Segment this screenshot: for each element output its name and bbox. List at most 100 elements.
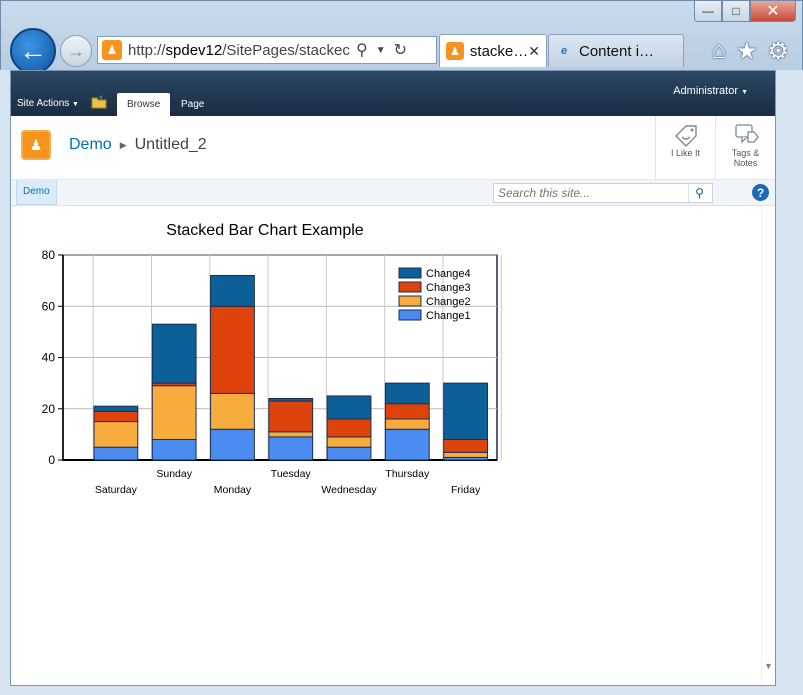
window-controls: — □ ✕	[694, 1, 796, 23]
navigate-up-folder-icon[interactable]	[91, 95, 107, 109]
breadcrumb: Demo ▶ Untitled_2	[69, 136, 207, 154]
url-text[interactable]: http://spdev12/SitePages/stackec	[128, 42, 350, 59]
favorites-star-icon[interactable]: ★	[736, 37, 758, 66]
tab-label: Content i…	[579, 42, 655, 60]
browser-statusbar	[0, 686, 803, 695]
maximize-button[interactable]: □	[722, 1, 750, 22]
bar-segment-change3	[384, 403, 430, 420]
tags-notes-label-line2: Notes	[733, 158, 758, 168]
user-name: Administrator	[673, 85, 738, 97]
forward-button[interactable]: →	[60, 35, 92, 67]
like-tag-icon	[674, 125, 697, 147]
search-icon: ⚲	[695, 186, 704, 200]
address-bar[interactable]: ♟ http://spdev12/SitePages/stackec ⚲ ▼ ↻	[97, 36, 437, 64]
bar-segment-change3	[443, 439, 489, 453]
bar-segment-change4	[443, 382, 489, 440]
page-viewport: Site Actions ▼ Browse Page Administrator…	[10, 70, 776, 686]
home-icon[interactable]: ⌂	[711, 37, 726, 66]
x-tick-label: Wednesday	[321, 484, 377, 496]
bar-segment-change1	[384, 428, 430, 461]
legend-swatch-change1	[398, 309, 422, 321]
x-tick-label: Tuesday	[271, 468, 312, 480]
url-path: /SitePages/stackec	[222, 41, 350, 59]
legend-label: Change2	[426, 296, 471, 308]
site-search: ⚲	[493, 183, 713, 203]
search-go-button[interactable]: ⚲	[688, 184, 710, 202]
bar-segment-change4	[93, 405, 139, 412]
breadcrumb-separator-icon: ▶	[119, 139, 127, 150]
forward-arrow-icon: →	[67, 40, 85, 61]
sharepoint-tab-icon: ♟	[446, 42, 464, 60]
search-input[interactable]	[494, 186, 688, 200]
user-menu[interactable]: Administrator ▼	[673, 85, 748, 97]
close-tab-icon[interactable]: ✕	[528, 43, 540, 60]
y-tick-label: 40	[42, 351, 56, 365]
help-icon[interactable]: ?	[752, 184, 769, 201]
legend-label: Change3	[426, 282, 471, 294]
tab-stacked-chart[interactable]: ♟ stacke… ✕	[439, 34, 547, 67]
bar-segment-change3	[210, 305, 255, 394]
chart-svg: Stacked Bar Chart Example 0 20 40 60 80 Satu…	[42, 222, 502, 496]
bar-segment-change2	[210, 392, 255, 430]
back-button[interactable]: ←	[10, 28, 56, 74]
bar-segment-change3	[93, 410, 139, 423]
site-actions-label: Site Actions	[17, 98, 70, 109]
ribbon-tab-browse[interactable]: Browse	[117, 93, 171, 116]
ribbon-tab-page[interactable]: Page	[171, 93, 214, 116]
close-window-button[interactable]: ✕	[750, 1, 796, 22]
legend-label: Change1	[426, 310, 471, 322]
url-host: spdev12	[165, 41, 223, 59]
url-scheme: http://	[128, 41, 166, 59]
x-tick-label: Monday	[214, 484, 252, 496]
chart-title: Stacked Bar Chart Example	[166, 222, 364, 239]
i-like-it-button[interactable]: I Like It	[655, 116, 715, 179]
bar-segment-change1	[151, 439, 197, 461]
chevron-down-icon: ▼	[741, 89, 748, 96]
tab-content[interactable]: e Content i…	[548, 34, 684, 67]
bar-segment-change3	[326, 418, 372, 438]
settings-gear-icon[interactable]: ⚙	[767, 37, 789, 66]
bar-segment-change4	[268, 398, 314, 402]
tags-notes-icon	[734, 124, 759, 144]
site-logo[interactable]: ♟	[21, 130, 51, 160]
bar-segment-change4	[326, 395, 372, 420]
scroll-down-arrow-icon[interactable]: ▼	[764, 661, 773, 671]
y-tick-label: 20	[42, 402, 56, 416]
tab-label: stacke…	[469, 42, 529, 60]
nav-item-demo[interactable]: Demo	[16, 180, 57, 205]
bar-segment-change1	[93, 446, 139, 461]
legend-swatch-change3	[398, 281, 422, 293]
tags-notes-button[interactable]: Tags & Notes	[715, 116, 775, 179]
chevron-down-icon: ▼	[72, 101, 79, 108]
bar-segment-change2	[326, 436, 372, 448]
dropdown-chevron-icon[interactable]: ▼	[376, 45, 386, 56]
x-tick-label: Sunday	[156, 468, 192, 480]
x-tick-label: Friday	[451, 484, 481, 496]
browser-toolbar: ⌂ ★ ⚙	[711, 37, 789, 66]
y-tick-label: 60	[42, 299, 56, 313]
vertical-scrollbar[interactable]: ▼	[761, 206, 775, 685]
refresh-icon[interactable]: ↻	[394, 40, 407, 60]
sharepoint-favicon-icon: ♟	[102, 40, 122, 60]
search-icon[interactable]: ⚲	[356, 40, 368, 60]
legend-label: Change4	[426, 268, 471, 280]
site-actions-menu[interactable]: Site Actions ▼	[17, 98, 79, 109]
bar-segment-change4	[151, 323, 197, 384]
stacked-bar-chart: Stacked Bar Chart Example 0 20 40 60 80 Satu…	[11, 206, 711, 516]
bar-segment-change2	[151, 385, 197, 440]
ie-logo-icon: e	[560, 45, 568, 57]
x-tick-label: Thursday	[385, 468, 430, 480]
y-tick-label: 0	[48, 453, 55, 467]
page-title: Untitled_2	[134, 136, 207, 153]
legend-swatch-change4	[398, 267, 422, 279]
bar-segment-change2	[93, 421, 139, 448]
bar-segment-change2	[443, 451, 489, 458]
y-tick-label: 80	[42, 248, 56, 262]
minimize-button[interactable]: —	[694, 1, 722, 22]
title-area: ♟ Demo ▶ Untitled_2 I Like It Tags & Not…	[11, 116, 775, 180]
bar-segment-change1	[210, 428, 255, 461]
breadcrumb-demo[interactable]: Demo	[69, 136, 112, 154]
back-arrow-icon: ←	[19, 35, 47, 66]
bar-segment-change2	[384, 418, 430, 430]
sharepoint-ribbon: Site Actions ▼ Browse Page Administrator…	[11, 71, 775, 116]
